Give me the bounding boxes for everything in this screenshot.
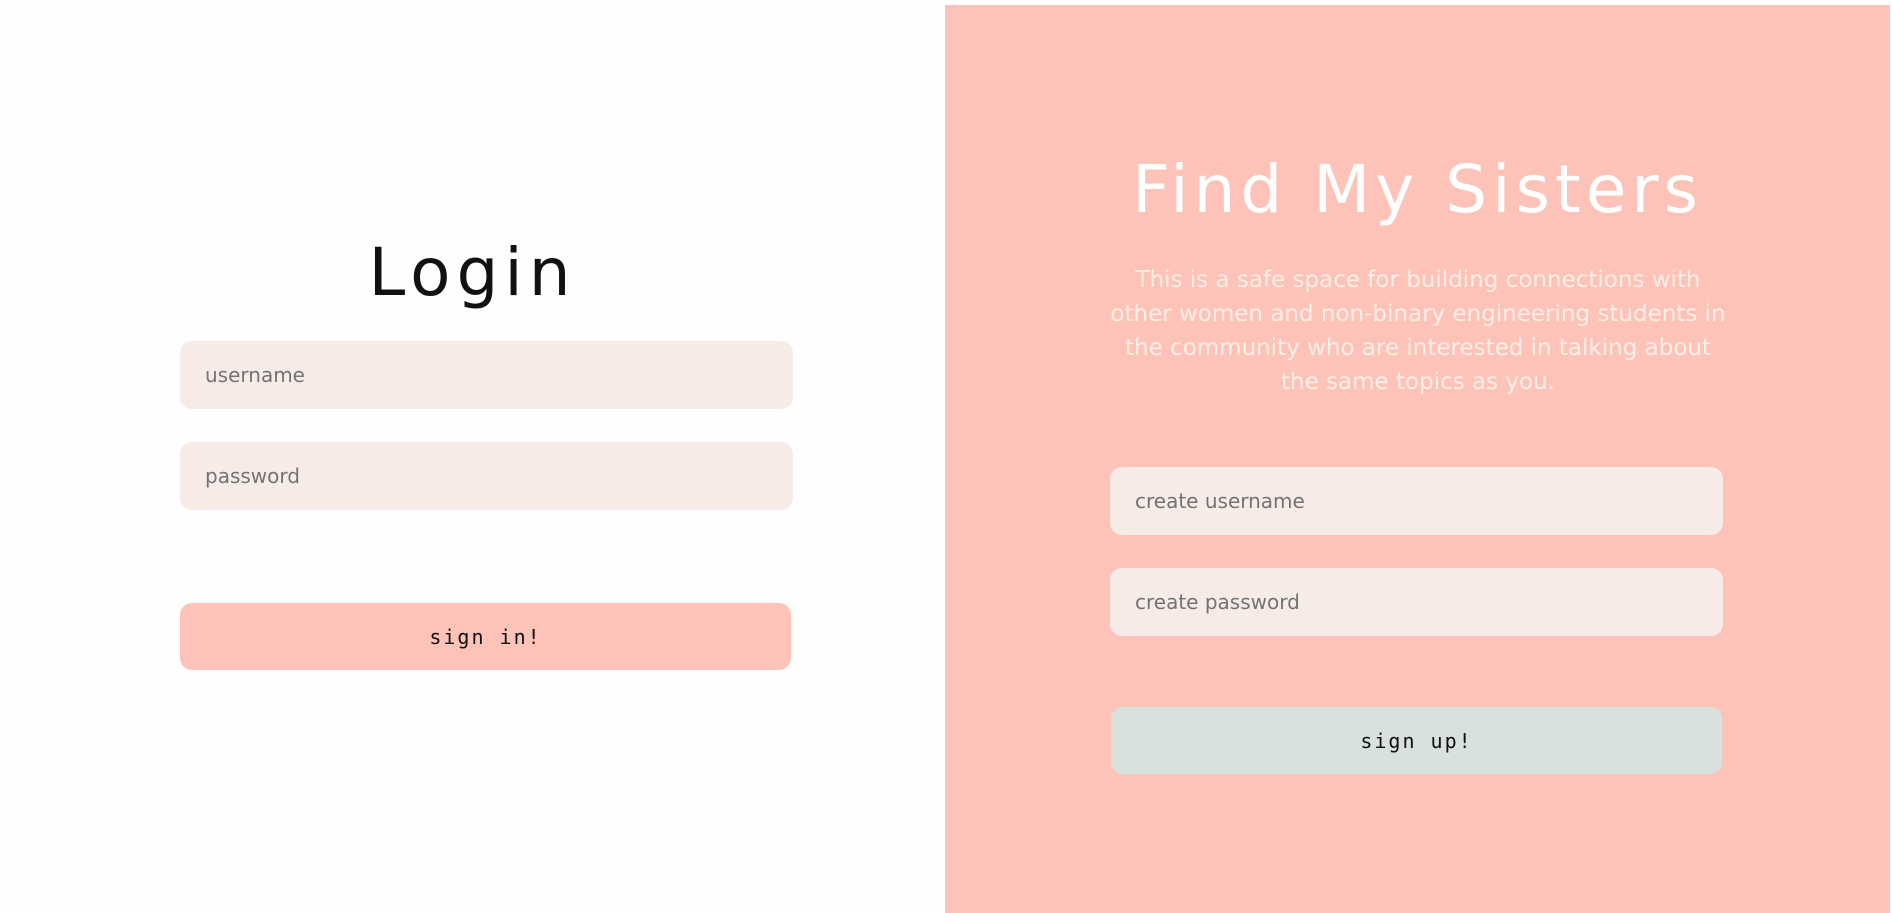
create-password-input[interactable] xyxy=(1110,568,1723,636)
username-input[interactable] xyxy=(180,341,793,409)
password-input[interactable] xyxy=(180,442,793,510)
login-panel: Login sign in! xyxy=(0,0,945,913)
create-username-input[interactable] xyxy=(1110,467,1723,535)
sign-up-button[interactable]: sign up! xyxy=(1111,707,1722,774)
auth-page: Login sign in! Find My Sisters This is a… xyxy=(0,0,1891,913)
brand-title: Find My Sisters xyxy=(1132,151,1703,228)
tagline: This is a safe space for building connec… xyxy=(1110,267,1726,395)
signup-panel: Find My Sisters This is a safe space for… xyxy=(945,5,1890,913)
login-title: Login xyxy=(368,234,577,311)
sign-in-button[interactable]: sign in! xyxy=(180,603,791,670)
